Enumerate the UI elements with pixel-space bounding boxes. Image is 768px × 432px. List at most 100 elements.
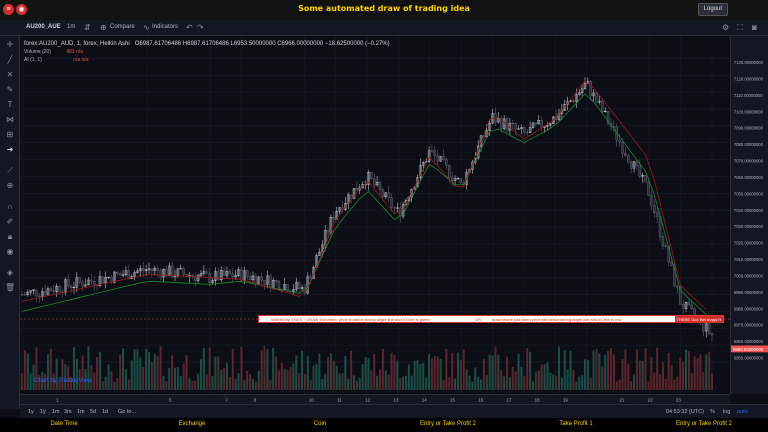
price-tick-label: 7120.00000000 [734, 76, 764, 81]
candle-body [274, 279, 278, 282]
volume-bar [361, 364, 364, 390]
lock-icon[interactable]: 🔒︎ [5, 232, 15, 242]
settings-icon[interactable]: ⚙ [722, 23, 729, 32]
price-tick-label: 7000.00000000 [734, 273, 764, 278]
candle-body [653, 204, 656, 214]
volume-bar [263, 346, 266, 390]
arrow-icon[interactable]: ➜ [5, 145, 15, 155]
redo-icon[interactable]: ↷ [197, 23, 204, 32]
symbol-search[interactable]: AU200_AUE [26, 24, 61, 30]
fib-icon[interactable]: ✕ [5, 70, 15, 80]
price-tick-label: 7130.00000000 [734, 60, 764, 65]
volume-bar [332, 360, 335, 390]
price-tick-label: 6990.00000000 [734, 290, 764, 295]
legend-volume[interactable]: Volume (20) [24, 49, 51, 55]
volume-bar [529, 352, 532, 390]
volume-bar [133, 349, 136, 390]
indicators-button[interactable]: Indicators [152, 24, 178, 30]
volume-bar [482, 358, 485, 390]
range-1m-a[interactable]: 1m [52, 409, 60, 415]
volume-bar [425, 377, 428, 390]
price-tick-label: 7050.00000000 [734, 191, 764, 196]
candle-body [245, 270, 249, 277]
volume-bar [433, 356, 436, 390]
volume-bar [145, 349, 148, 390]
trash-icon[interactable]: 🗑︎ [5, 283, 15, 293]
volume-bar [566, 369, 569, 390]
trade-idea-banner: Wait till flip ENDS ↑ DRAW just when: pr… [258, 315, 724, 323]
volume-bar [560, 377, 563, 390]
ruler-icon[interactable]: ⟋ [5, 166, 15, 176]
prediction-icon[interactable]: ⊞ [5, 130, 15, 140]
candle-body [90, 279, 93, 282]
legend-ai[interactable]: AI (1, 1) [24, 57, 42, 63]
current-price-label: 6966.00000000 [733, 347, 764, 352]
volume-bar [399, 377, 402, 390]
volume-bar [711, 373, 713, 390]
price-chart[interactable] [20, 36, 730, 394]
crosshair-icon[interactable]: ✛ [5, 40, 15, 50]
candle-body [231, 273, 234, 278]
candle-body [116, 271, 119, 274]
candle-body [661, 236, 665, 247]
range-1d[interactable]: 1d [102, 409, 108, 415]
interval-select[interactable]: 1m [67, 24, 75, 30]
volume-bar [532, 381, 535, 390]
legend-symbol[interactable]: forex:AU200_AUD, 1, forex, Heikin Ashi [24, 41, 130, 47]
volume-bar [98, 352, 101, 390]
range-1m-b[interactable]: 1m [77, 409, 85, 415]
log-toggle[interactable]: log [723, 409, 730, 415]
volume-bar [555, 375, 558, 390]
volume-bar [621, 359, 624, 390]
layers-icon[interactable]: ◈ [5, 268, 15, 278]
volume-bar [526, 348, 529, 390]
time-tick-label: 14 [422, 397, 428, 402]
auto-toggle[interactable]: auto [737, 409, 748, 415]
range-5d[interactable]: 5d [90, 409, 96, 415]
volume-bar [488, 354, 491, 390]
zoom-icon[interactable]: ⊕ [5, 181, 15, 191]
compare-button[interactable]: Compare [110, 24, 135, 30]
logout-button[interactable]: Logout [697, 3, 728, 16]
volume-bar [217, 356, 220, 390]
visibility-icon[interactable]: ◉ [5, 247, 15, 257]
compare-icon[interactable]: ⊕ [100, 23, 107, 32]
drawing-toolbar: ✛ ╱ ✕ ✎ T ⋈ ⊞ ➜ ⟋ ⊕ ∩ ✐ 🔒︎ ◉ ◈ 🗑︎ [0, 36, 20, 409]
percent-toggle[interactable]: % [710, 409, 715, 415]
volume-bar [404, 376, 407, 390]
time-tick-label: 5 [169, 397, 172, 402]
volume-bar [650, 356, 653, 390]
indicators-icon[interactable]: ∿ [143, 23, 150, 32]
range-1y-b[interactable]: 1y [40, 409, 46, 415]
candle-body [35, 289, 38, 297]
volume-bar [451, 353, 454, 390]
volume-bar [205, 374, 208, 390]
fullscreen-icon[interactable]: ⛶ [737, 23, 743, 33]
chart-type-icon[interactable]: ⇵ [84, 23, 91, 32]
price-tick-label: 7020.00000000 [734, 241, 764, 246]
clock[interactable]: 04:53:32 (UTC) [666, 409, 704, 415]
draw-mode-icon[interactable]: ✐ [5, 217, 15, 227]
text-icon[interactable]: T [5, 100, 15, 110]
trendline-icon[interactable]: ╱ [5, 55, 15, 65]
tradingview-logo[interactable]: Chart by TradingView [34, 378, 91, 384]
volume-bar [670, 365, 673, 390]
screenshot-icon[interactable]: ◙ [752, 23, 757, 32]
candle-body [387, 192, 390, 198]
range-3m[interactable]: 3m [64, 409, 72, 415]
price-axis[interactable]: 7130.00000000 7120.00000000 7110.00000000 7… [730, 36, 768, 394]
volume-bar [257, 371, 260, 390]
undo-icon[interactable]: ↶ [186, 23, 193, 32]
goto-button[interactable]: Go to... [118, 409, 136, 415]
time-tick-label: 1 [56, 397, 59, 402]
magnet-icon[interactable]: ∩ [5, 202, 15, 212]
volume-bar [234, 378, 237, 390]
candle-body [127, 270, 131, 279]
time-axis[interactable]: 1 5 7 8 10 11 12 13 14 15 16 17 18 19 21 22 23 [20, 394, 730, 404]
ai-line-green [21, 93, 707, 315]
brush-icon[interactable]: ✎ [5, 85, 15, 95]
pattern-icon[interactable]: ⋈ [5, 115, 15, 125]
range-1y-a[interactable]: 1y [28, 409, 34, 415]
candle-body [269, 275, 272, 288]
volume-bar [327, 357, 330, 390]
